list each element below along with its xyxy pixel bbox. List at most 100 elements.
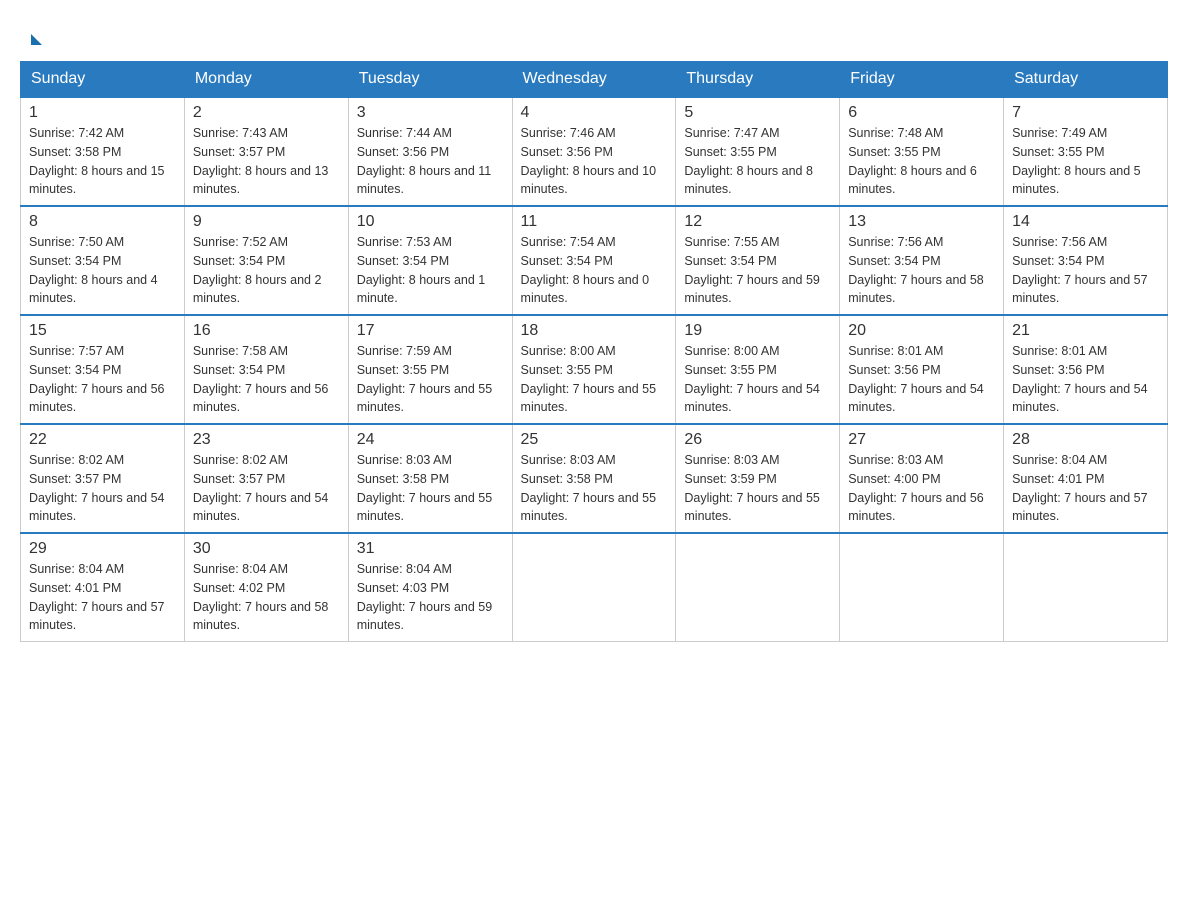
day-info: Sunrise: 8:03 AMSunset: 3:59 PMDaylight:… — [684, 453, 820, 523]
day-info: Sunrise: 7:52 AMSunset: 3:54 PMDaylight:… — [193, 235, 322, 305]
day-number: 11 — [521, 213, 668, 231]
day-number: 17 — [357, 322, 504, 340]
day-info: Sunrise: 8:04 AMSunset: 4:01 PMDaylight:… — [1012, 453, 1148, 523]
day-number: 21 — [1012, 322, 1159, 340]
calendar-cell: 1 Sunrise: 7:42 AMSunset: 3:58 PMDayligh… — [21, 97, 185, 206]
day-info: Sunrise: 7:48 AMSunset: 3:55 PMDaylight:… — [848, 126, 977, 196]
day-number: 4 — [521, 104, 668, 122]
calendar-cell: 5 Sunrise: 7:47 AMSunset: 3:55 PMDayligh… — [676, 97, 840, 206]
day-info: Sunrise: 8:02 AMSunset: 3:57 PMDaylight:… — [193, 453, 329, 523]
calendar-cell: 14 Sunrise: 7:56 AMSunset: 3:54 PMDaylig… — [1004, 206, 1168, 315]
day-info: Sunrise: 7:50 AMSunset: 3:54 PMDaylight:… — [29, 235, 158, 305]
calendar-cell: 7 Sunrise: 7:49 AMSunset: 3:55 PMDayligh… — [1004, 97, 1168, 206]
calendar-cell: 24 Sunrise: 8:03 AMSunset: 3:58 PMDaylig… — [348, 424, 512, 533]
calendar-cell: 30 Sunrise: 8:04 AMSunset: 4:02 PMDaylig… — [184, 533, 348, 642]
calendar-cell: 3 Sunrise: 7:44 AMSunset: 3:56 PMDayligh… — [348, 97, 512, 206]
day-number: 28 — [1012, 431, 1159, 449]
calendar-week-row: 8 Sunrise: 7:50 AMSunset: 3:54 PMDayligh… — [21, 206, 1168, 315]
day-number: 8 — [29, 213, 176, 231]
day-info: Sunrise: 8:04 AMSunset: 4:02 PMDaylight:… — [193, 562, 329, 632]
day-number: 3 — [357, 104, 504, 122]
day-info: Sunrise: 7:46 AMSunset: 3:56 PMDaylight:… — [521, 126, 657, 196]
calendar-cell: 16 Sunrise: 7:58 AMSunset: 3:54 PMDaylig… — [184, 315, 348, 424]
column-header-tuesday: Tuesday — [348, 62, 512, 98]
calendar-cell: 13 Sunrise: 7:56 AMSunset: 3:54 PMDaylig… — [840, 206, 1004, 315]
day-info: Sunrise: 8:01 AMSunset: 3:56 PMDaylight:… — [1012, 344, 1148, 414]
calendar-week-row: 29 Sunrise: 8:04 AMSunset: 4:01 PMDaylig… — [21, 533, 1168, 642]
day-number: 15 — [29, 322, 176, 340]
column-header-saturday: Saturday — [1004, 62, 1168, 98]
calendar-cell: 28 Sunrise: 8:04 AMSunset: 4:01 PMDaylig… — [1004, 424, 1168, 533]
calendar-cell: 17 Sunrise: 7:59 AMSunset: 3:55 PMDaylig… — [348, 315, 512, 424]
day-info: Sunrise: 7:57 AMSunset: 3:54 PMDaylight:… — [29, 344, 165, 414]
calendar-cell: 9 Sunrise: 7:52 AMSunset: 3:54 PMDayligh… — [184, 206, 348, 315]
calendar-cell: 11 Sunrise: 7:54 AMSunset: 3:54 PMDaylig… — [512, 206, 676, 315]
day-info: Sunrise: 8:01 AMSunset: 3:56 PMDaylight:… — [848, 344, 984, 414]
day-number: 19 — [684, 322, 831, 340]
day-number: 13 — [848, 213, 995, 231]
calendar-header-row: SundayMondayTuesdayWednesdayThursdayFrid… — [21, 62, 1168, 98]
day-info: Sunrise: 8:02 AMSunset: 3:57 PMDaylight:… — [29, 453, 165, 523]
day-number: 6 — [848, 104, 995, 122]
day-number: 30 — [193, 540, 340, 558]
column-header-wednesday: Wednesday — [512, 62, 676, 98]
calendar-cell: 2 Sunrise: 7:43 AMSunset: 3:57 PMDayligh… — [184, 97, 348, 206]
day-number: 31 — [357, 540, 504, 558]
calendar-cell: 21 Sunrise: 8:01 AMSunset: 3:56 PMDaylig… — [1004, 315, 1168, 424]
logo-arrow-icon — [31, 34, 42, 45]
day-number: 26 — [684, 431, 831, 449]
day-number: 12 — [684, 213, 831, 231]
day-info: Sunrise: 7:53 AMSunset: 3:54 PMDaylight:… — [357, 235, 486, 305]
day-number: 14 — [1012, 213, 1159, 231]
day-number: 22 — [29, 431, 176, 449]
calendar-cell: 25 Sunrise: 8:03 AMSunset: 3:58 PMDaylig… — [512, 424, 676, 533]
calendar-cell: 6 Sunrise: 7:48 AMSunset: 3:55 PMDayligh… — [840, 97, 1004, 206]
day-number: 7 — [1012, 104, 1159, 122]
column-header-thursday: Thursday — [676, 62, 840, 98]
day-info: Sunrise: 7:58 AMSunset: 3:54 PMDaylight:… — [193, 344, 329, 414]
day-info: Sunrise: 8:04 AMSunset: 4:01 PMDaylight:… — [29, 562, 165, 632]
day-number: 29 — [29, 540, 176, 558]
day-number: 27 — [848, 431, 995, 449]
day-info: Sunrise: 8:00 AMSunset: 3:55 PMDaylight:… — [684, 344, 820, 414]
day-info: Sunrise: 8:04 AMSunset: 4:03 PMDaylight:… — [357, 562, 493, 632]
calendar-week-row: 1 Sunrise: 7:42 AMSunset: 3:58 PMDayligh… — [21, 97, 1168, 206]
day-number: 9 — [193, 213, 340, 231]
calendar-cell: 8 Sunrise: 7:50 AMSunset: 3:54 PMDayligh… — [21, 206, 185, 315]
day-number: 10 — [357, 213, 504, 231]
day-info: Sunrise: 8:03 AMSunset: 4:00 PMDaylight:… — [848, 453, 984, 523]
day-number: 24 — [357, 431, 504, 449]
page-header — [20, 20, 1168, 45]
day-info: Sunrise: 7:59 AMSunset: 3:55 PMDaylight:… — [357, 344, 493, 414]
calendar-cell: 10 Sunrise: 7:53 AMSunset: 3:54 PMDaylig… — [348, 206, 512, 315]
day-number: 25 — [521, 431, 668, 449]
day-info: Sunrise: 7:56 AMSunset: 3:54 PMDaylight:… — [848, 235, 984, 305]
day-number: 5 — [684, 104, 831, 122]
calendar-cell — [676, 533, 840, 642]
day-number: 18 — [521, 322, 668, 340]
calendar-week-row: 15 Sunrise: 7:57 AMSunset: 3:54 PMDaylig… — [21, 315, 1168, 424]
calendar-cell: 22 Sunrise: 8:02 AMSunset: 3:57 PMDaylig… — [21, 424, 185, 533]
day-info: Sunrise: 7:56 AMSunset: 3:54 PMDaylight:… — [1012, 235, 1148, 305]
day-number: 16 — [193, 322, 340, 340]
day-info: Sunrise: 7:47 AMSunset: 3:55 PMDaylight:… — [684, 126, 813, 196]
day-number: 20 — [848, 322, 995, 340]
calendar-cell — [840, 533, 1004, 642]
day-info: Sunrise: 7:42 AMSunset: 3:58 PMDaylight:… — [29, 126, 165, 196]
day-info: Sunrise: 8:03 AMSunset: 3:58 PMDaylight:… — [357, 453, 493, 523]
calendar-cell: 20 Sunrise: 8:01 AMSunset: 3:56 PMDaylig… — [840, 315, 1004, 424]
calendar-cell: 26 Sunrise: 8:03 AMSunset: 3:59 PMDaylig… — [676, 424, 840, 533]
day-info: Sunrise: 8:00 AMSunset: 3:55 PMDaylight:… — [521, 344, 657, 414]
calendar-cell: 15 Sunrise: 7:57 AMSunset: 3:54 PMDaylig… — [21, 315, 185, 424]
calendar-cell — [512, 533, 676, 642]
day-info: Sunrise: 7:49 AMSunset: 3:55 PMDaylight:… — [1012, 126, 1141, 196]
day-number: 23 — [193, 431, 340, 449]
calendar-cell: 23 Sunrise: 8:02 AMSunset: 3:57 PMDaylig… — [184, 424, 348, 533]
calendar-week-row: 22 Sunrise: 8:02 AMSunset: 3:57 PMDaylig… — [21, 424, 1168, 533]
day-number: 2 — [193, 104, 340, 122]
column-header-sunday: Sunday — [21, 62, 185, 98]
calendar-cell: 19 Sunrise: 8:00 AMSunset: 3:55 PMDaylig… — [676, 315, 840, 424]
day-info: Sunrise: 7:55 AMSunset: 3:54 PMDaylight:… — [684, 235, 820, 305]
calendar-cell: 27 Sunrise: 8:03 AMSunset: 4:00 PMDaylig… — [840, 424, 1004, 533]
day-info: Sunrise: 7:44 AMSunset: 3:56 PMDaylight:… — [357, 126, 492, 196]
